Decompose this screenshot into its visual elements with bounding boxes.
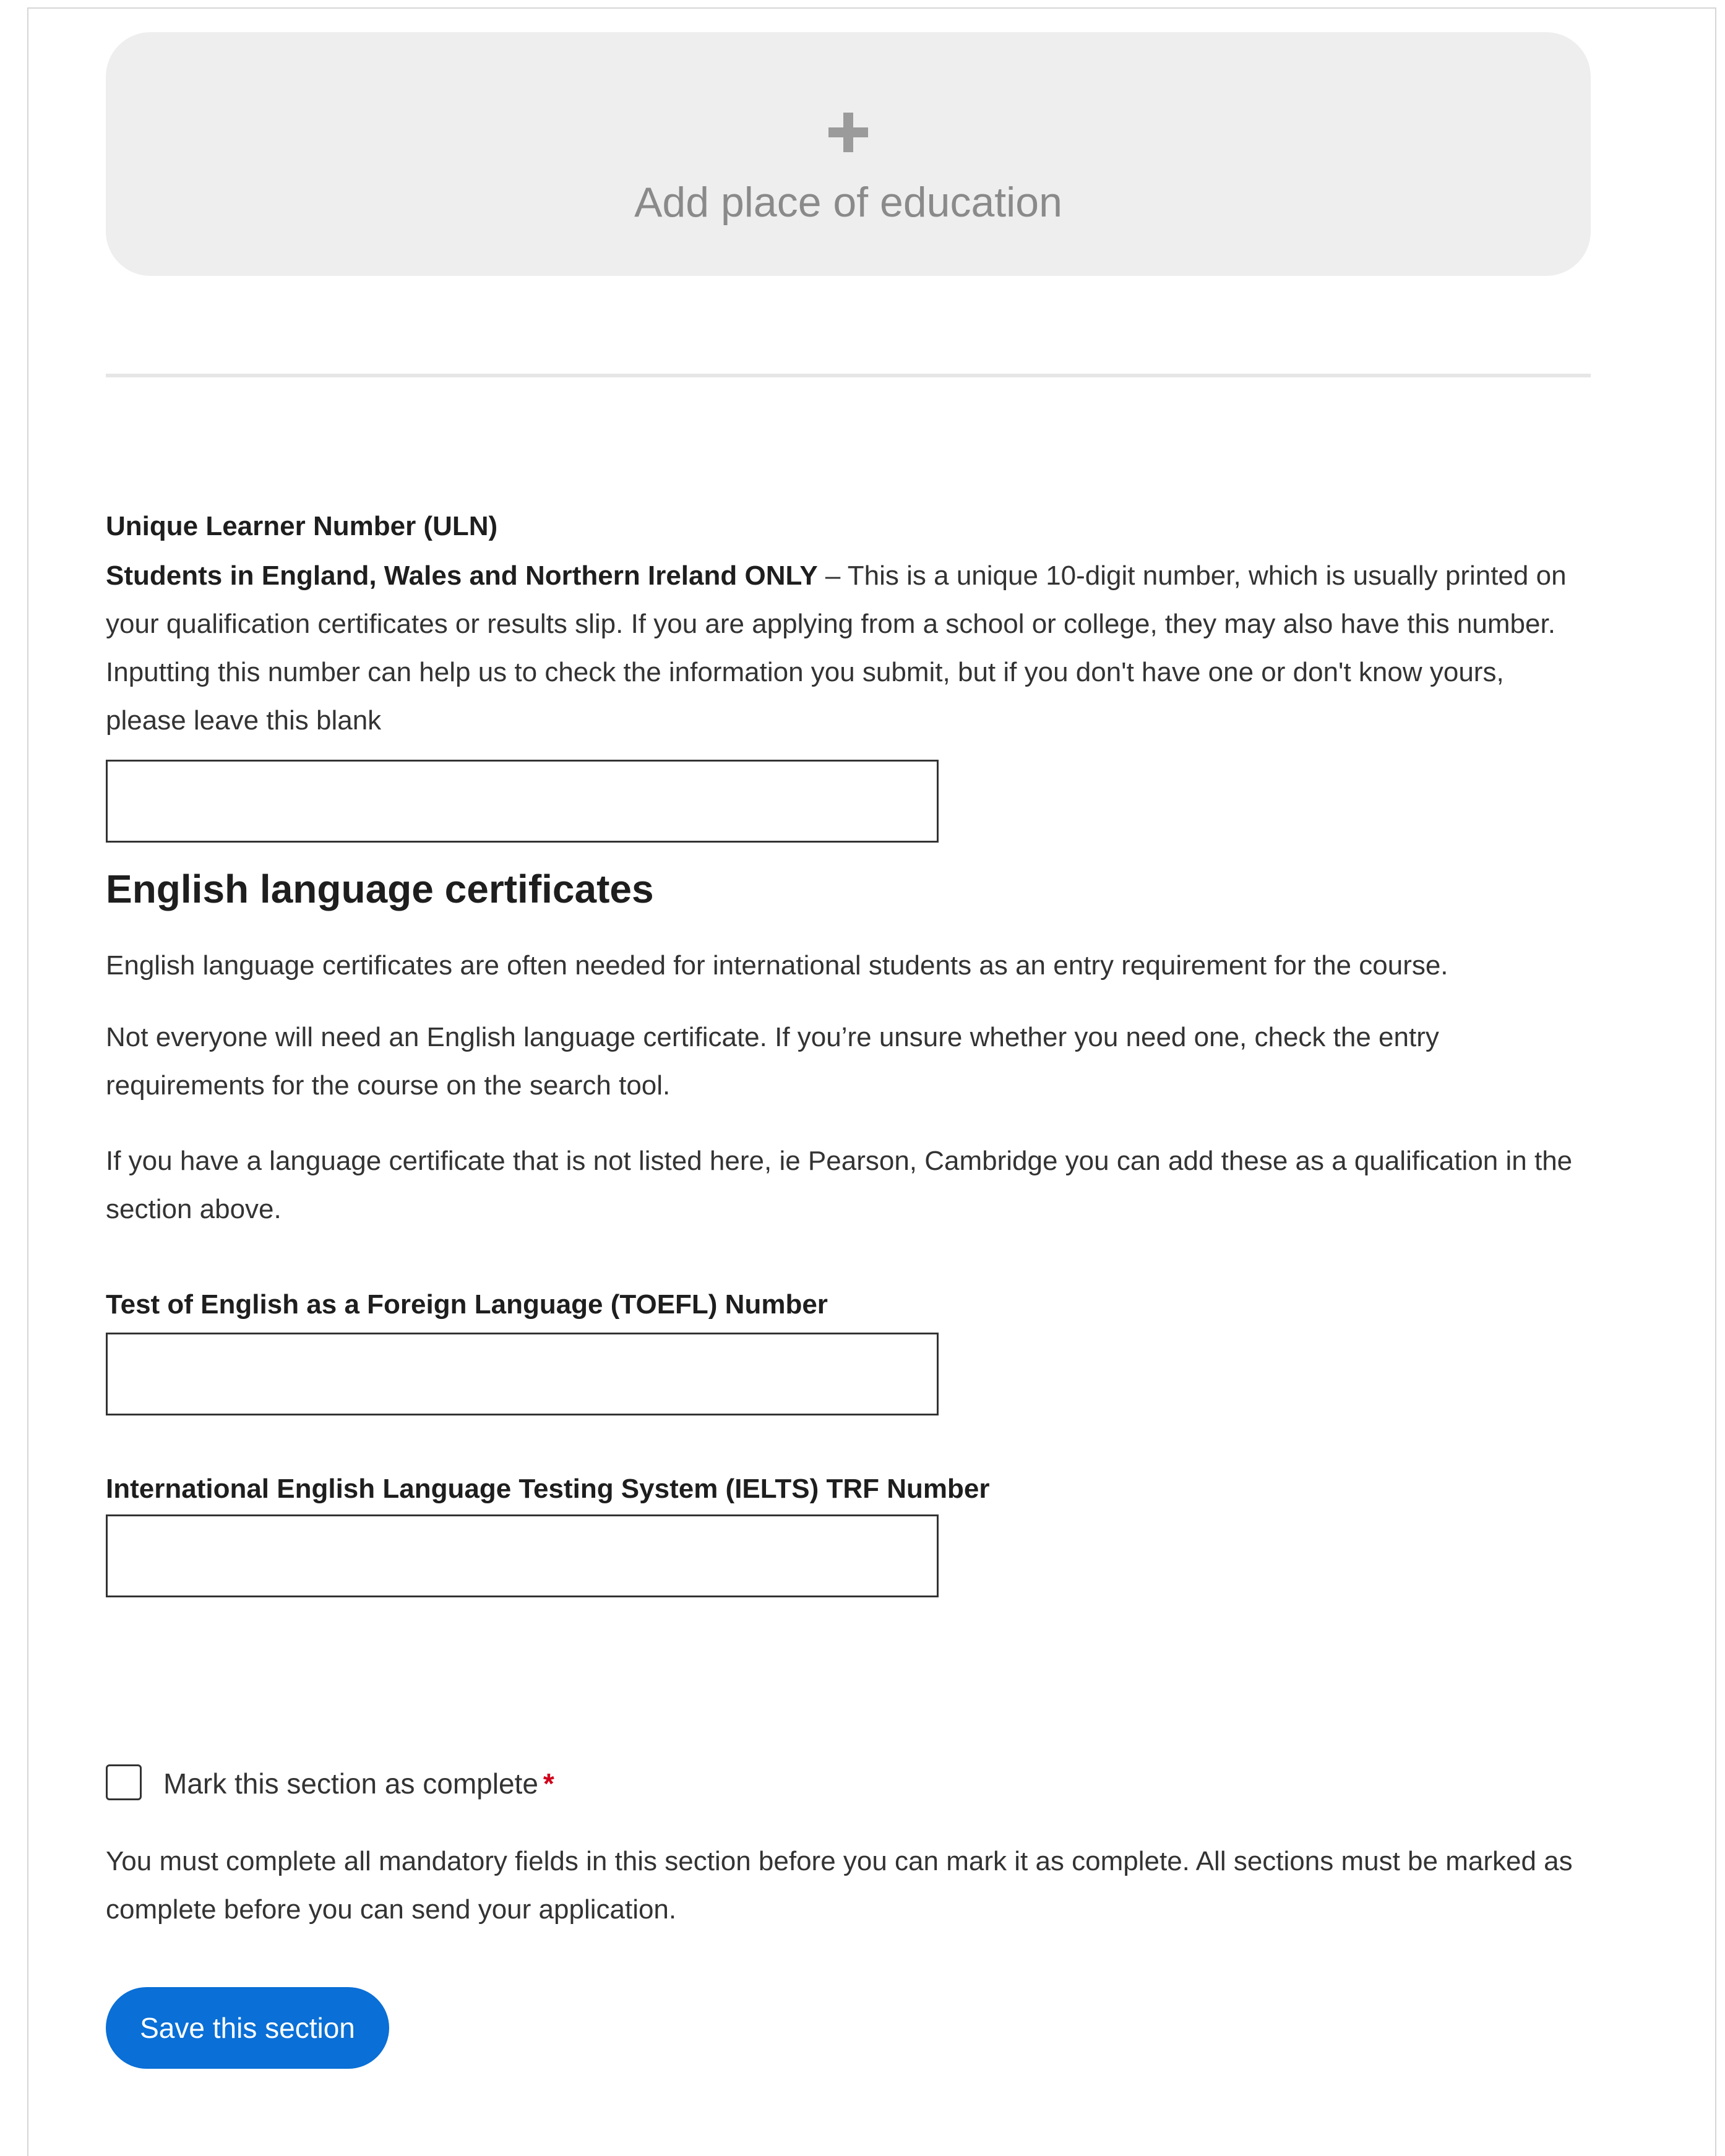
uln-label: Unique Learner Number (ULN) (106, 511, 498, 541)
mark-complete-text: Mark this section as complete (163, 1767, 538, 1800)
add-place-of-education-label: Add place of education (634, 179, 1062, 226)
toefl-input[interactable] (106, 1333, 939, 1415)
section-divider (106, 374, 1591, 377)
required-asterisk: * (543, 1767, 554, 1800)
english-para-1: English language certificates are often … (106, 950, 1448, 981)
uln-input[interactable] (106, 760, 939, 843)
mark-complete-checkbox[interactable] (106, 1764, 142, 1800)
save-section-button[interactable]: Save this section (106, 1987, 389, 2069)
plus-icon (828, 113, 868, 152)
uln-help-text: Students in England, Wales and Northern … (106, 552, 1591, 745)
mark-complete-label[interactable]: Mark this section as complete * (163, 1767, 554, 1800)
ielts-input[interactable] (106, 1514, 939, 1597)
add-place-of-education-button[interactable]: Add place of education (106, 32, 1591, 276)
english-para-3: If you have a language certificate that … (106, 1146, 1573, 1224)
uln-notice-bold: Students in England, Wales and Northern … (106, 560, 818, 591)
toefl-label: Test of English as a Foreign Language (T… (106, 1289, 828, 1320)
english-certificates-heading: English language certificates (106, 867, 654, 911)
page: Add place of education Unique Learner Nu… (0, 0, 1725, 2156)
ielts-label: International English Language Testing S… (106, 1474, 990, 1504)
english-para-2: Not everyone will need an English langua… (106, 1022, 1439, 1101)
completion-note: You must complete all mandatory fields i… (106, 1846, 1573, 1925)
